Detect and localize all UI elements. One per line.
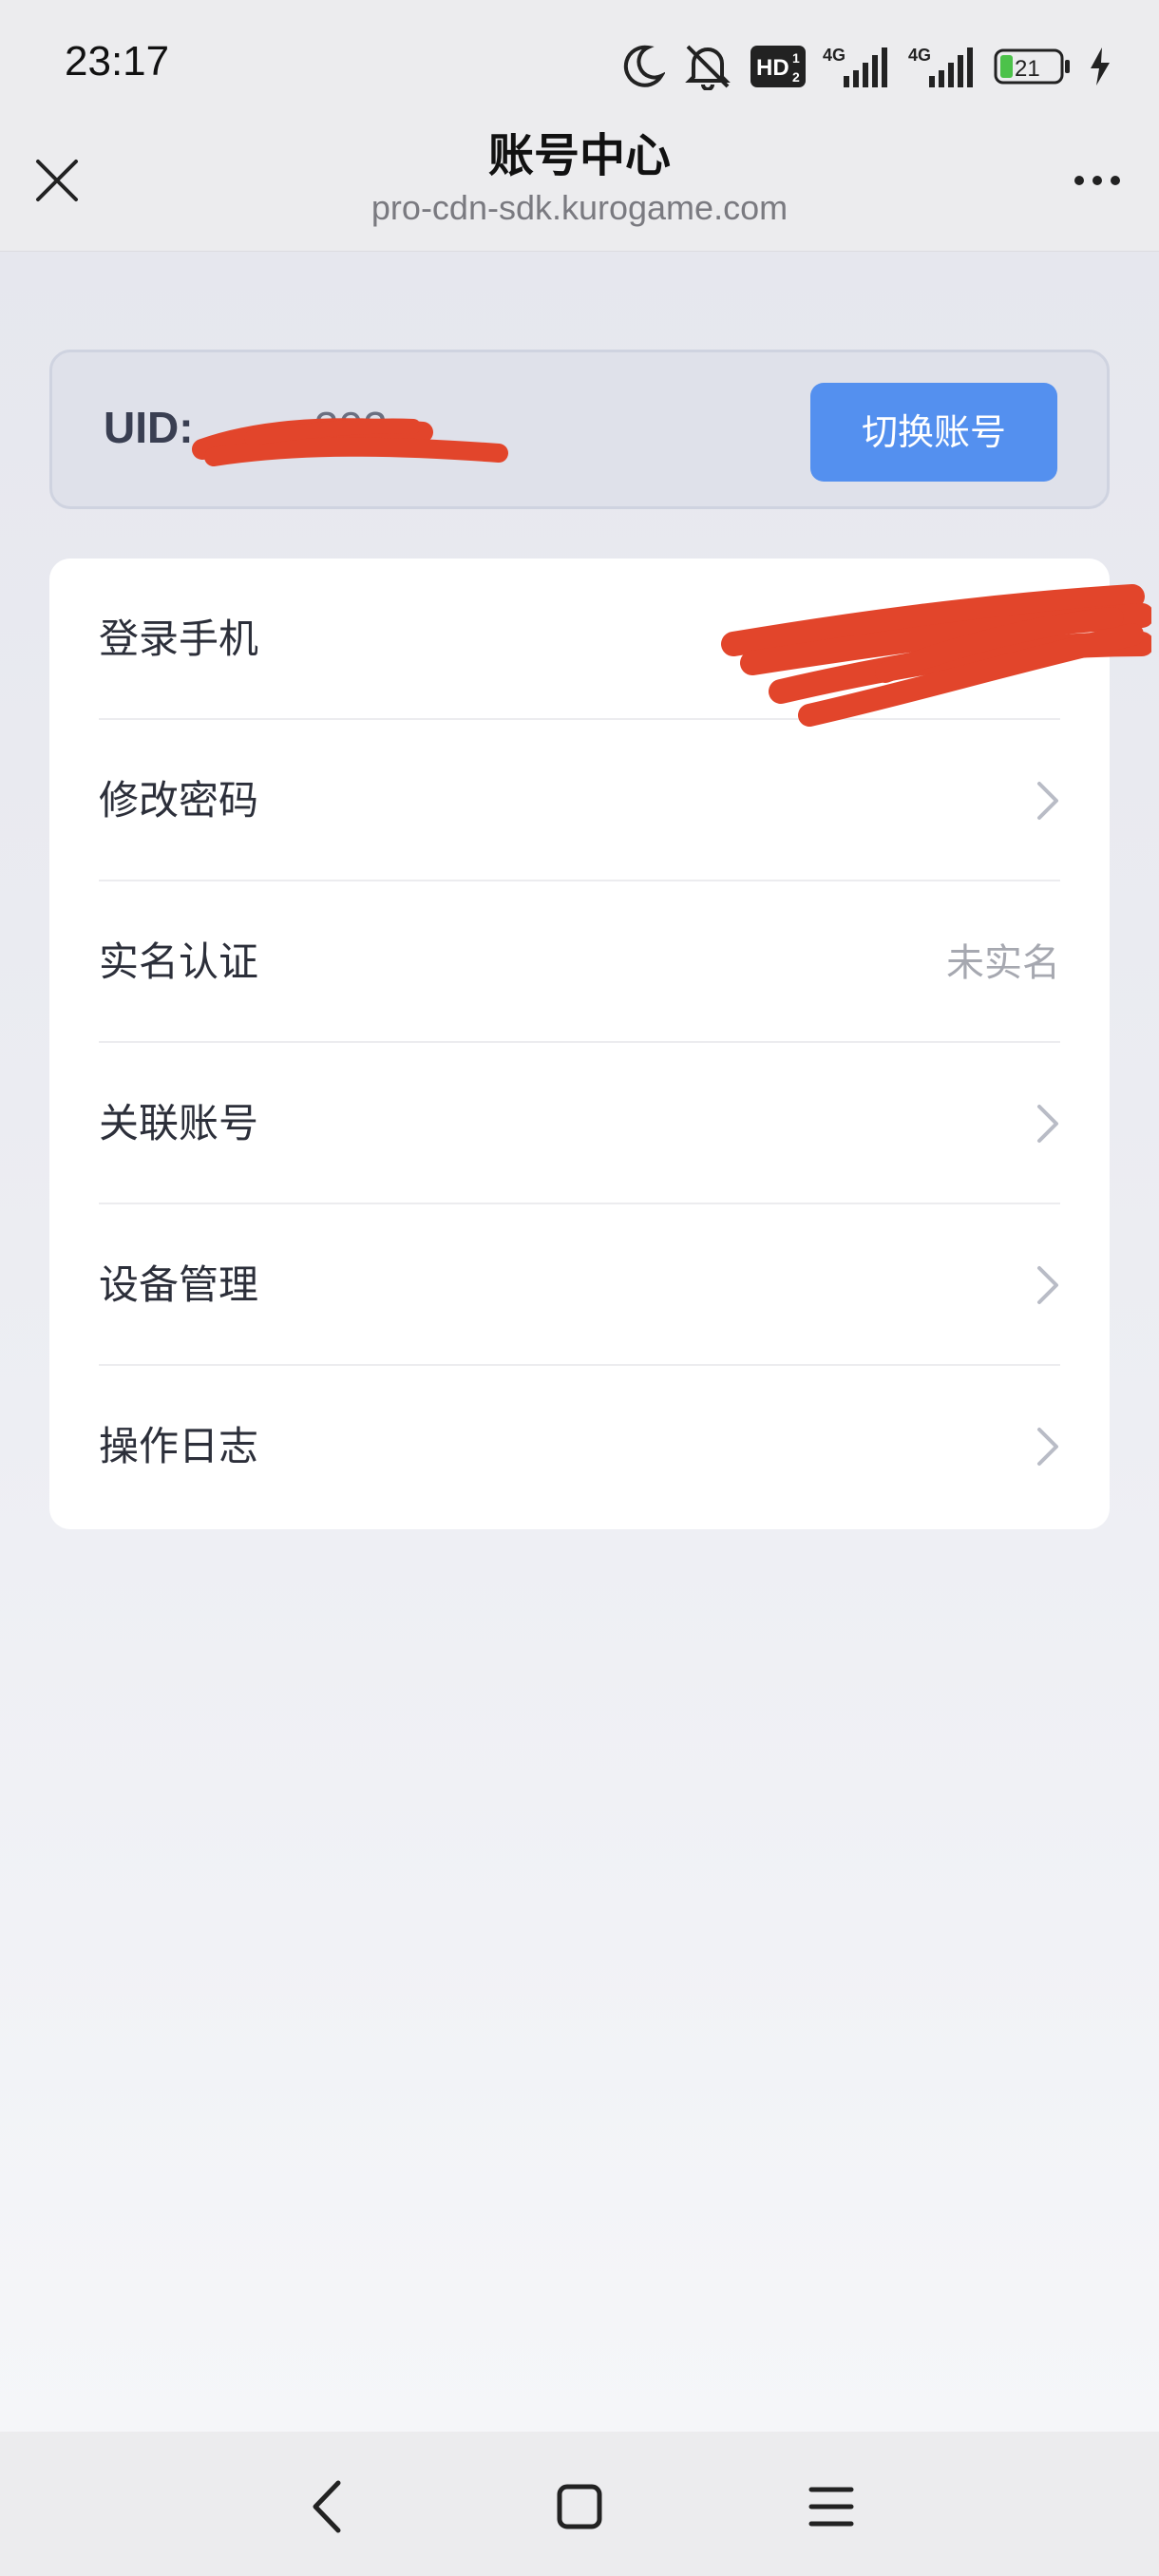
svg-text:2: 2 (792, 69, 800, 85)
battery-icon: 21 (994, 48, 1070, 85)
menu-item-operation-log[interactable]: 操作日志 (99, 1366, 1060, 1527)
real-name-status: 未实名 (946, 941, 1060, 985)
chevron-right-icon (1037, 1105, 1058, 1143)
moon-icon (623, 45, 665, 87)
system-nav-bar (0, 2432, 1159, 2576)
svg-text:4G: 4G (908, 46, 931, 65)
menu-item-real-name[interactable]: 实名认证 未实名 (99, 881, 1060, 1043)
menu-item-label: 设备管理 (99, 1261, 259, 1308)
hd-icon: HD 1 2 (750, 46, 806, 87)
chevron-right-icon (1037, 1428, 1058, 1466)
menu-item-label: 实名认证 (99, 938, 259, 985)
switch-account-button[interactable]: 切换账号 (810, 383, 1057, 482)
status-bar: 23:17 HD 1 2 4G 4G 21 (0, 0, 1159, 123)
menu-item-change-password[interactable]: 修改密码 (99, 720, 1060, 881)
charging-icon (1091, 47, 1110, 85)
status-icons: HD 1 2 4G 4G 21 (623, 38, 1112, 95)
chevron-right-icon (1037, 1266, 1058, 1304)
svg-text:1: 1 (792, 50, 800, 66)
network-label-a: 4G (823, 46, 846, 65)
account-card: UID: 00000302 切换账号 (49, 350, 1110, 509)
menu-item-label: 操作日志 (99, 1423, 259, 1469)
menu-item-label: 登录手机 (99, 616, 259, 662)
home-icon[interactable] (546, 2475, 613, 2538)
signal-4g-icon-2: 4G (908, 46, 973, 87)
menu-item-linked-accounts[interactable]: 关联账号 (99, 1043, 1060, 1204)
status-time: 23:17 (65, 38, 170, 85)
uid-label: UID: (104, 403, 194, 452)
title-bar: 账号中心 pro-cdn-sdk.kurogame.com (0, 123, 1159, 252)
page-url: pro-cdn-sdk.kurogame.com (370, 188, 788, 227)
settings-list: 登录手机 修改密码 实名认证 未实名 关联账号 设备管理 操作日志 (49, 559, 1151, 1529)
menu-icon[interactable] (798, 2475, 864, 2538)
chevron-right-icon (1037, 782, 1058, 820)
signal-4g-icon: 4G (823, 46, 887, 87)
more-icon[interactable] (1054, 152, 1140, 209)
svg-text:HD: HD (756, 55, 789, 81)
redaction-scribble (192, 418, 508, 466)
menu-item-label: 关联账号 (99, 1100, 259, 1146)
bell-muted-icon (685, 45, 731, 90)
title-block: 账号中心 pro-cdn-sdk.kurogame.com (0, 123, 1159, 230)
menu-item-device-management[interactable]: 设备管理 (99, 1204, 1060, 1366)
menu-item-label: 修改密码 (99, 777, 259, 824)
page-title: 账号中心 (487, 129, 671, 182)
svg-text:21: 21 (1015, 56, 1040, 82)
back-icon[interactable] (294, 2475, 361, 2538)
